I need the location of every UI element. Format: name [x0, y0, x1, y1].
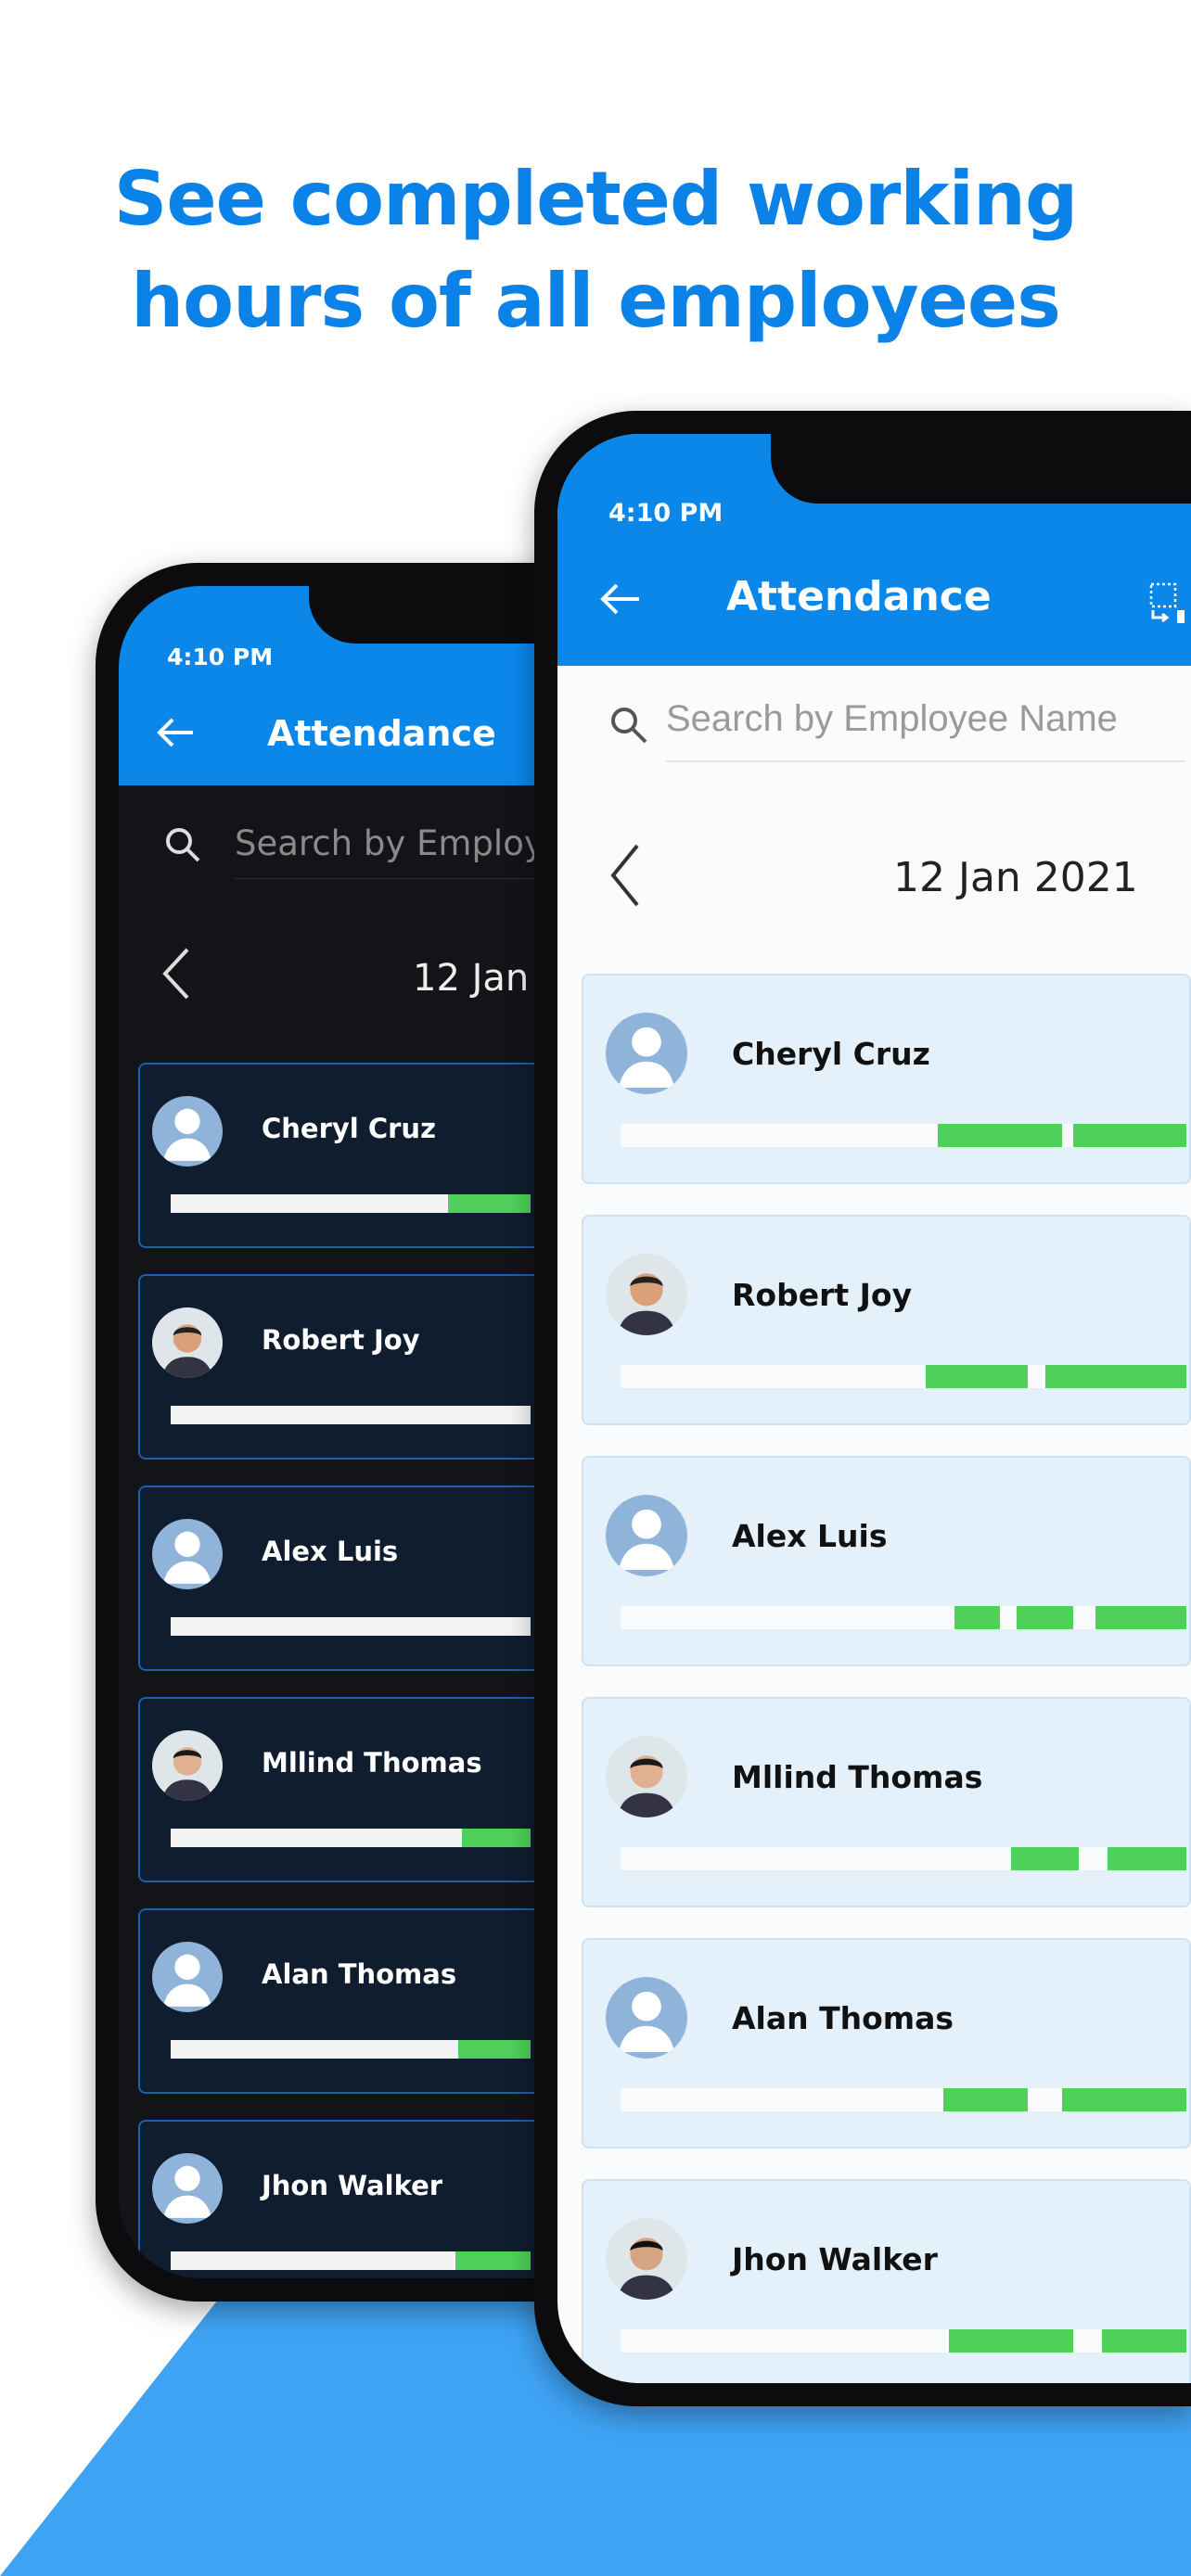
employee-name: Alex Luis — [262, 1536, 399, 1567]
worked-hours-segment — [1107, 1847, 1186, 1870]
worked-hours-segment — [1101, 2329, 1186, 2353]
working-hours-bar — [171, 2251, 531, 2270]
status-time: 4:10 PM — [608, 499, 724, 528]
avatar-placeholder-icon — [606, 1495, 687, 1576]
export-icon[interactable] — [1149, 582, 1186, 625]
employee-name: Cheryl Cruz — [732, 1036, 930, 1072]
working-hours-bar — [171, 2040, 531, 2059]
worked-hours-segment — [1044, 1365, 1186, 1388]
previous-date-chevron-icon[interactable] — [606, 842, 643, 909]
worked-hours-segment — [458, 2040, 531, 2059]
worked-hours-segment — [1073, 1124, 1186, 1147]
avatar — [606, 2218, 687, 2300]
employee-name: Robert Joy — [732, 1277, 913, 1313]
worked-hours-segment — [1061, 2088, 1186, 2111]
avatar — [606, 1254, 687, 1335]
status-time: 4:10 PM — [167, 644, 274, 670]
previous-date-chevron-icon[interactable] — [158, 946, 195, 1001]
headline-line-1: See completed working — [113, 156, 1078, 242]
worked-hours-segment — [948, 2329, 1073, 2353]
avatar-placeholder-icon — [152, 1942, 223, 2012]
working-hours-bar — [171, 1829, 531, 1847]
worked-hours-segment — [926, 1365, 1029, 1388]
working-hours-bar — [621, 1847, 1186, 1870]
worked-hours-segment — [462, 1829, 531, 1847]
search-icon — [166, 828, 200, 862]
avatar — [152, 1307, 223, 1378]
working-hours-bar — [621, 2088, 1186, 2111]
employee-name: Alan Thomas — [262, 1958, 457, 1990]
headline: See completed working hours of all emplo… — [0, 148, 1191, 352]
page-title: Attendance — [726, 573, 992, 620]
avatar — [152, 1730, 223, 1801]
avatar-placeholder-icon — [152, 2153, 223, 2224]
employee-name: Cheryl Cruz — [262, 1113, 436, 1144]
employee-card[interactable]: Cheryl Cruz — [582, 974, 1191, 1184]
worked-hours-segment — [1010, 1847, 1080, 1870]
avatar-placeholder-icon — [606, 1977, 687, 2059]
worked-hours-segment — [942, 2088, 1029, 2111]
search-icon — [611, 708, 647, 744]
working-hours-bar — [171, 1617, 531, 1636]
notch — [771, 434, 1191, 504]
worked-hours-segment — [447, 1194, 531, 1213]
employee-name: Robert Joy — [262, 1324, 420, 1356]
employee-card[interactable]: Jhon Walker — [582, 2179, 1191, 2383]
working-hours-bar — [621, 1365, 1186, 1388]
avatar-placeholder-icon — [606, 1013, 687, 1094]
front-phone: 4:10 PM Attendance Search by Employee Na… — [534, 411, 1191, 2406]
back-arrow-icon[interactable] — [156, 716, 197, 749]
worked-hours-segment — [1017, 1606, 1073, 1629]
worked-hours-segment — [455, 2251, 531, 2270]
employee-name: Alan Thomas — [732, 2000, 954, 2036]
employee-name: Mllind Thomas — [262, 1747, 482, 1779]
working-hours-bar — [621, 1606, 1186, 1629]
employee-name: Jhon Walker — [732, 2241, 938, 2277]
date-label: 12 Jan 2021 — [893, 854, 1138, 901]
employee-card[interactable]: Mllind Thomas — [582, 1697, 1191, 1907]
working-hours-bar — [621, 2329, 1186, 2353]
employee-name: Alex Luis — [732, 1518, 888, 1554]
worked-hours-segment — [1095, 1606, 1186, 1629]
avatar — [606, 1736, 687, 1817]
search-input[interactable]: Search by Employee Name — [666, 698, 1185, 762]
working-hours-bar — [171, 1406, 531, 1424]
working-hours-bar — [171, 1194, 531, 1213]
avatar-placeholder-icon — [152, 1096, 223, 1167]
worked-hours-segment — [937, 1124, 1062, 1147]
worked-hours-segment — [954, 1606, 1000, 1629]
headline-line-2: hours of all employees — [131, 258, 1061, 344]
page-title: Attendance — [267, 713, 496, 754]
working-hours-bar — [621, 1124, 1186, 1147]
employee-card[interactable]: Alan Thomas — [582, 1938, 1191, 2149]
avatar-placeholder-icon — [152, 1519, 223, 1589]
employee-card[interactable]: Alex Luis — [582, 1456, 1191, 1666]
employee-card[interactable]: Robert Joy — [582, 1215, 1191, 1425]
front-phone-screen: 4:10 PM Attendance Search by Employee Na… — [557, 434, 1191, 2383]
back-arrow-icon[interactable] — [598, 580, 643, 618]
employee-name: Jhon Walker — [262, 2170, 443, 2201]
employee-name: Mllind Thomas — [732, 1759, 983, 1795]
